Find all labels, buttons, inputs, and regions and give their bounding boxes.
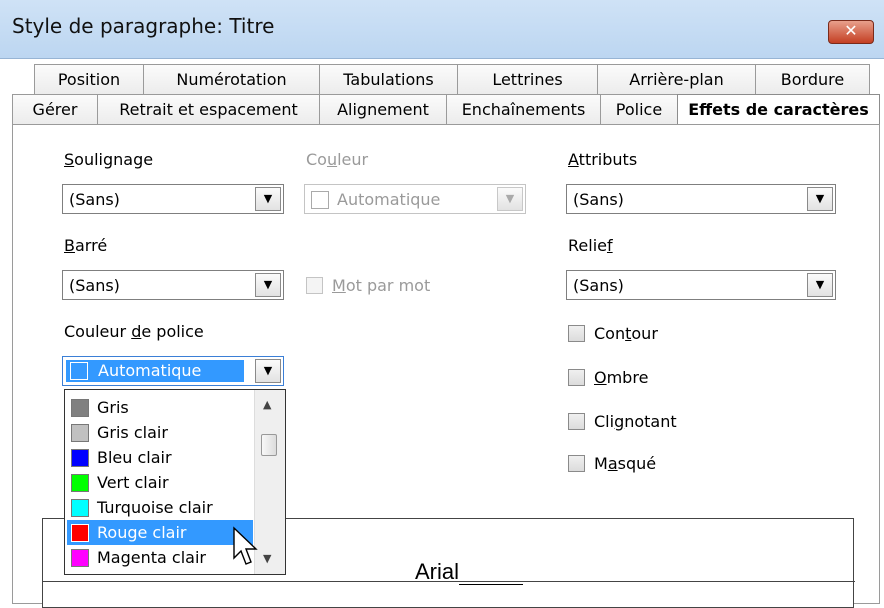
color-option[interactable]: Gris clair: [67, 420, 253, 445]
tab-retrait-espacement[interactable]: Retrait et espacement: [97, 94, 320, 124]
tab-lettrines[interactable]: Lettrines: [457, 64, 598, 94]
color-option[interactable]: Bleu clair: [67, 445, 253, 470]
tab-gerer[interactable]: Gérer: [12, 94, 98, 124]
tab-bordure[interactable]: Bordure: [755, 64, 870, 94]
hidden-checkbox[interactable]: [568, 455, 585, 472]
color-swatch-icon: [71, 474, 89, 492]
mouse-cursor-icon: [233, 526, 258, 565]
font-color-selected: Automatique: [66, 360, 244, 382]
close-button[interactable]: ✕: [828, 20, 874, 44]
color-swatch-icon: [71, 424, 89, 442]
outline-label: Contour: [594, 324, 658, 343]
color-swatch-icon: [71, 499, 89, 517]
chevron-down-icon[interactable]: ▼: [255, 273, 281, 297]
strikethrough-select[interactable]: (Sans) ▼: [62, 270, 284, 300]
blinking-label: Clignotant: [594, 412, 677, 431]
color-option[interactable]: Gris: [67, 395, 253, 420]
chevron-down-icon[interactable]: ▼: [255, 359, 281, 383]
attributes-label: Attributs: [568, 150, 638, 169]
close-icon: ✕: [844, 21, 858, 40]
title-bar: Style de paragraphe: Titre ✕: [0, 0, 884, 59]
relief-label: Relief: [568, 236, 613, 255]
color-option[interactable]: Turquoise clair: [67, 495, 253, 520]
outline-checkbox[interactable]: [568, 325, 585, 342]
hidden-label: Masqué: [594, 454, 657, 473]
tab-effets-de-caracteres[interactable]: Effets de caractères: [677, 94, 880, 126]
scroll-down-icon[interactable]: ▼: [263, 552, 271, 565]
underline-color-label: Couleur: [306, 150, 369, 169]
blinking-checkbox[interactable]: [568, 413, 585, 430]
tab-police[interactable]: Police: [600, 94, 678, 124]
tab-arriere-plan[interactable]: Arrière-plan: [597, 64, 756, 94]
underline-select[interactable]: (Sans) ▼: [62, 184, 284, 214]
strikethrough-value: (Sans): [69, 276, 120, 295]
font-color-label: Couleur de police: [64, 322, 204, 341]
chevron-down-icon[interactable]: ▼: [497, 187, 523, 211]
chevron-down-icon[interactable]: ▼: [807, 187, 833, 211]
underline-value: (Sans): [69, 190, 120, 209]
font-color-select[interactable]: Automatique ▼: [62, 356, 284, 386]
color-swatch-icon: [70, 362, 88, 380]
word-by-word-label: Mot par mot: [332, 276, 431, 295]
color-swatch-icon: [311, 191, 329, 209]
color-option[interactable]: Vert clair: [67, 470, 253, 495]
color-swatch-icon: [71, 524, 89, 542]
tab-tabulations[interactable]: Tabulations: [319, 64, 458, 94]
scroll-thumb[interactable]: [261, 434, 277, 456]
color-swatch-icon: [71, 399, 89, 417]
preview-text: Arial: [415, 559, 460, 584]
chevron-down-icon[interactable]: ▼: [255, 187, 281, 211]
strikethrough-label: Barré: [64, 236, 108, 255]
color-option-highlighted[interactable]: Rouge clair: [67, 520, 253, 545]
word-by-word-checkbox[interactable]: [306, 277, 323, 294]
color-swatch-icon: [71, 549, 89, 567]
chevron-down-icon[interactable]: ▼: [807, 273, 833, 297]
attributes-select[interactable]: (Sans) ▼: [566, 184, 836, 214]
color-option[interactable]: Magenta clair: [67, 545, 253, 570]
tab-alignement[interactable]: Alignement: [319, 94, 447, 124]
preview-underline: [459, 584, 523, 585]
relief-value: (Sans): [573, 276, 624, 295]
attributes-value: (Sans): [573, 190, 624, 209]
scroll-up-icon[interactable]: ▲: [263, 398, 271, 411]
window-title: Style de paragraphe: Titre: [12, 14, 275, 38]
shadow-label: Ombre: [594, 368, 649, 387]
relief-select[interactable]: (Sans) ▼: [566, 270, 836, 300]
tab-numerotation[interactable]: Numérotation: [143, 64, 320, 94]
color-swatch-icon: [71, 449, 89, 467]
underline-color-select[interactable]: Automatique ▼: [304, 184, 526, 214]
tab-enchainements[interactable]: Enchaînements: [446, 94, 601, 124]
underline-color-value: Automatique: [311, 190, 440, 209]
shadow-checkbox[interactable]: [568, 369, 585, 386]
tab-position[interactable]: Position: [34, 64, 144, 94]
underline-label: Soulignage: [64, 150, 154, 169]
